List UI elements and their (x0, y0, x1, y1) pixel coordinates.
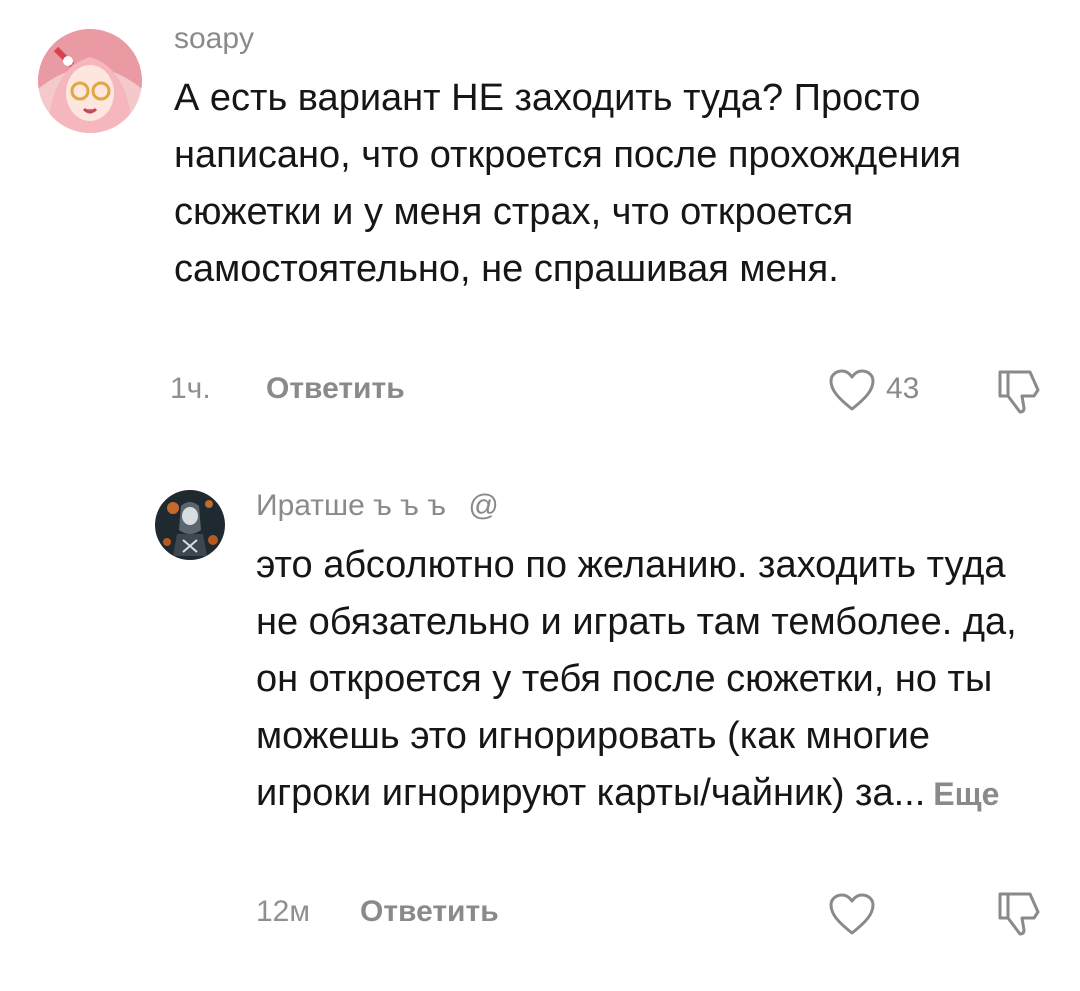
username-text: Иратше ъ ъ ъ (256, 489, 447, 522)
reply-button[interactable]: Ответить (266, 372, 405, 406)
avatar[interactable] (38, 29, 142, 133)
comment-text: это абсолютно по желанию. заходить туда … (256, 537, 1046, 823)
username-suffix: @ (468, 489, 499, 522)
username[interactable]: soapy (174, 22, 254, 56)
like-count: 43 (886, 372, 920, 405)
dark-character-avatar-icon (155, 490, 225, 560)
dislike-button[interactable] (994, 888, 1044, 938)
comment-time: 12м (256, 895, 310, 928)
avatar[interactable] (155, 490, 225, 560)
comment-time: 1ч. (170, 372, 211, 405)
thumbs-down-icon (998, 892, 1040, 936)
more-link[interactable]: Еще (933, 776, 999, 812)
anime-girl-avatar-icon (38, 29, 142, 133)
like-button[interactable] (828, 368, 876, 412)
username[interactable]: Иратше ъ ъ ъ @ (256, 489, 499, 523)
heart-icon (829, 369, 875, 411)
comment-text-content: это абсолютно по желанию. заходить туда … (256, 544, 1017, 814)
heart-icon (829, 893, 875, 935)
reply-button[interactable]: Ответить (360, 895, 499, 929)
like-button[interactable] (828, 892, 876, 936)
comment-text: А есть вариант НЕ заходить туда? Просто … (174, 77, 962, 290)
dislike-button[interactable] (994, 366, 1044, 416)
thumbs-down-icon (998, 370, 1040, 414)
